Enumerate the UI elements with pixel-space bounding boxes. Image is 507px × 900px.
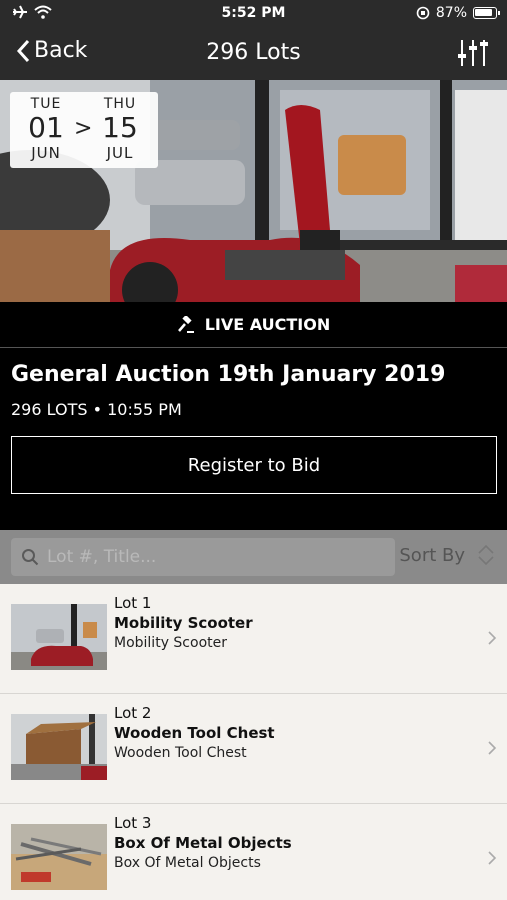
end-month: JUL — [106, 144, 134, 162]
lot-list: Lot 1 Mobility Scooter Mobility Scooter … — [0, 584, 507, 900]
end-day: 15 — [102, 111, 138, 144]
start-day: 01 — [28, 111, 64, 144]
start-weekday: TUE — [30, 96, 62, 112]
auction-title: General Auction 19th January 2019 — [11, 362, 446, 387]
chevron-right-icon — [488, 741, 497, 755]
sort-updown-icon — [478, 544, 494, 566]
search-bar: Sort By — [0, 530, 507, 584]
lot-thumbnail — [11, 604, 107, 670]
nav-bar: Back 296 Lots — [0, 28, 507, 80]
lot-subtitle: Wooden Tool Chest — [114, 745, 247, 761]
battery-icon — [473, 7, 500, 19]
lot-1-image — [11, 604, 107, 670]
auction-info: General Auction 19th January 2019 296 LO… — [0, 348, 507, 530]
search-icon — [22, 549, 39, 566]
lot-2-image — [11, 714, 107, 780]
date-arrow: > — [74, 116, 93, 141]
battery-percent: 87% — [435, 5, 467, 21]
chevron-right-icon — [488, 851, 497, 865]
lot-row-2[interactable]: Lot 2 Wooden Tool Chest Wooden Tool Ches… — [0, 694, 507, 804]
search-input[interactable] — [47, 547, 367, 567]
lot-text: Lot 2 Wooden Tool Chest Wooden Tool Ches… — [114, 704, 275, 761]
sort-by-label: Sort By — [399, 544, 465, 566]
live-auction-label: LIVE AUCTION — [204, 315, 331, 334]
lot-3-image — [11, 824, 107, 890]
lot-subtitle: Mobility Scooter — [114, 635, 227, 651]
lot-text: Lot 3 Box Of Metal Objects Box Of Metal … — [114, 814, 292, 871]
sort-by-button[interactable]: Sort By — [399, 544, 497, 566]
lot-row-3[interactable]: Lot 3 Box Of Metal Objects Box Of Metal … — [0, 804, 507, 900]
lot-title: Box Of Metal Objects — [114, 834, 292, 852]
start-month: JUN — [31, 144, 61, 162]
lot-number: Lot 1 — [114, 594, 152, 612]
lot-subtitle: Box Of Metal Objects — [114, 855, 261, 871]
lot-number: Lot 3 — [114, 814, 152, 832]
lot-title: Mobility Scooter — [114, 614, 253, 632]
page-title: 296 Lots — [206, 40, 301, 65]
status-right: 87% — [416, 5, 500, 21]
register-to-bid-button[interactable]: Register to Bid — [11, 436, 497, 494]
lot-thumbnail — [11, 824, 107, 890]
auction-meta: 296 LOTS • 10:55 PM — [11, 400, 182, 419]
lot-number: Lot 2 — [114, 704, 152, 722]
orientation-lock-icon — [416, 6, 430, 20]
filter-sliders-icon[interactable] — [457, 38, 489, 68]
lot-title: Wooden Tool Chest — [114, 724, 275, 742]
chevron-right-icon — [488, 631, 497, 645]
lot-row-1[interactable]: Lot 1 Mobility Scooter Mobility Scooter — [0, 584, 507, 694]
status-bar: 5:52 PM 87% — [0, 0, 507, 28]
end-weekday: THU — [103, 96, 137, 112]
date-range: TUE 01 JUN > THU 15 JUL — [10, 92, 158, 168]
gavel-icon — [177, 315, 194, 333]
lot-thumbnail — [11, 714, 107, 780]
hero-image: TUE 01 JUN > THU 15 JUL — [0, 80, 507, 302]
lot-text: Lot 1 Mobility Scooter Mobility Scooter — [114, 594, 253, 651]
search-field[interactable] — [11, 538, 395, 576]
start-date: TUE 01 JUN — [18, 96, 74, 162]
live-auction-banner: LIVE AUCTION — [0, 302, 507, 348]
end-date: THU 15 JUL — [92, 96, 148, 162]
